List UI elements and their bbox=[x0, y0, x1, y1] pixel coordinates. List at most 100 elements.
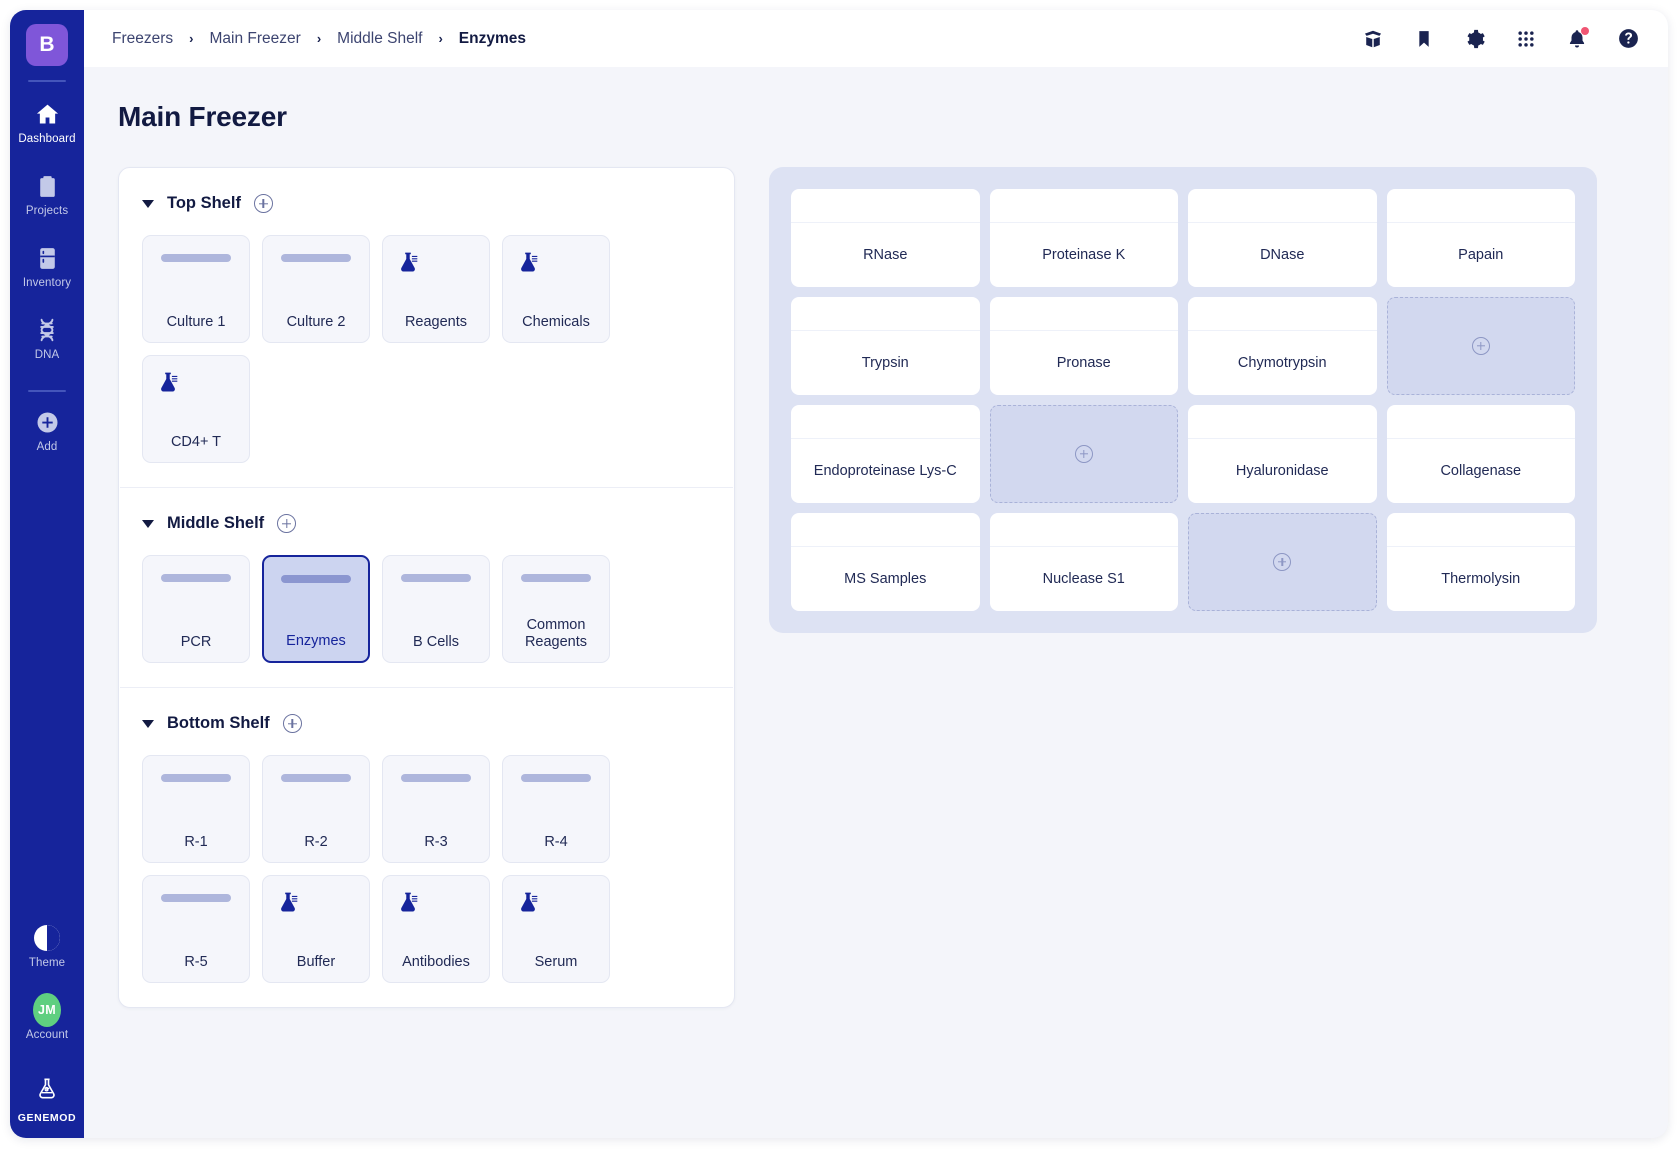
add-sample-icon bbox=[1471, 337, 1490, 355]
content-columns: Top Shelf Culture 1 Culture 2 Reagents C… bbox=[118, 167, 1634, 1008]
cell-label: MS Samples bbox=[844, 571, 927, 587]
sample-grid: RNase Proteinase K DNase Papain Trypsin … bbox=[791, 189, 1575, 611]
caret-down-icon[interactable] bbox=[142, 199, 154, 208]
box-card-enzymes[interactable]: Enzymes bbox=[262, 555, 370, 663]
grid-cell-proteinase-k[interactable]: Proteinase K bbox=[989, 189, 1178, 287]
breadcrumb-item-freezers[interactable]: Freezers bbox=[112, 30, 173, 48]
grid-cell-ms-samples[interactable]: MS Samples bbox=[791, 513, 980, 611]
cell-label: Nuclease S1 bbox=[1042, 571, 1125, 587]
grid-cell-papain[interactable]: Papain bbox=[1386, 189, 1575, 287]
grid-cell-rnase[interactable]: RNase bbox=[791, 189, 980, 287]
grid-cell-collagenase[interactable]: Collagenase bbox=[1386, 405, 1575, 503]
fridge-icon bbox=[33, 244, 61, 272]
box-card-r-3[interactable]: R-3 bbox=[382, 755, 490, 863]
grid-cell-thermolysin[interactable]: Thermolysin bbox=[1386, 513, 1575, 611]
grid-cell-hyaluronidase[interactable]: Hyaluronidase bbox=[1188, 405, 1377, 503]
box-bar-marker bbox=[281, 575, 351, 583]
box-card-common-reagents[interactable]: Common Reagents bbox=[502, 555, 610, 663]
sidebar-item-projects[interactable]: Projects bbox=[10, 172, 84, 217]
grid-cell-dnase[interactable]: DNase bbox=[1188, 189, 1377, 287]
box-card-b-cells[interactable]: B Cells bbox=[382, 555, 490, 663]
box-card-r-2[interactable]: R-2 bbox=[262, 755, 370, 863]
cell-label: Pronase bbox=[1056, 355, 1111, 371]
chevron-right-icon: › bbox=[316, 31, 322, 46]
grid-cell-pronase[interactable]: Pronase bbox=[989, 297, 1178, 395]
cell-label: Endoproteinase Lys-C bbox=[813, 463, 957, 479]
add-box-button[interactable] bbox=[277, 514, 297, 533]
sidebar-item-dna[interactable]: DNA bbox=[10, 316, 84, 361]
box-card-buffer[interactable]: Buffer bbox=[262, 875, 370, 983]
shelf-header: Top Shelf bbox=[142, 194, 711, 213]
sidebar-item-dashboard[interactable]: Dashboard bbox=[10, 100, 84, 145]
gear-icon[interactable] bbox=[1463, 27, 1487, 51]
box-card-reagents[interactable]: Reagents bbox=[382, 235, 490, 343]
add-box-button[interactable] bbox=[282, 714, 302, 733]
cell-header-strip bbox=[1386, 189, 1575, 223]
box-card-antibodies[interactable]: Antibodies bbox=[382, 875, 490, 983]
sidebar-item-label: Inventory bbox=[22, 277, 72, 289]
box-label: Common Reagents bbox=[524, 616, 588, 650]
caret-down-icon[interactable] bbox=[142, 519, 154, 528]
grid-cell-trypsin[interactable]: Trypsin bbox=[791, 297, 980, 395]
add-box-button[interactable] bbox=[253, 194, 273, 213]
sidebar-item-add[interactable]: Add bbox=[10, 408, 84, 453]
flask-icon bbox=[275, 890, 301, 916]
cell-header-strip bbox=[791, 405, 980, 439]
box-card-culture-2[interactable]: Culture 2 bbox=[262, 235, 370, 343]
box-label: CD4+ T bbox=[170, 433, 222, 450]
box-card-chemicals[interactable]: Chemicals bbox=[502, 235, 610, 343]
brand-logo[interactable]: B bbox=[26, 24, 68, 66]
app-shell: B Dashboard Projects Inventory DNA Add T… bbox=[10, 10, 1668, 1138]
box-label: Reagents bbox=[404, 313, 468, 330]
box-row: Culture 1 Culture 2 Reagents Chemicals C… bbox=[142, 235, 711, 463]
box-label: Buffer bbox=[296, 953, 336, 970]
genemod-logo: GENEMOD bbox=[18, 1076, 76, 1124]
box-bar-marker bbox=[401, 574, 471, 582]
box-label: R-2 bbox=[304, 833, 328, 850]
box-card-culture-1[interactable]: Culture 1 bbox=[142, 235, 250, 343]
box-bar-marker bbox=[521, 774, 591, 782]
box-label: R-5 bbox=[184, 953, 208, 970]
box-card-r-4[interactable]: R-4 bbox=[502, 755, 610, 863]
box-bar-marker bbox=[281, 254, 351, 262]
box-card-cd4-t[interactable]: CD4+ T bbox=[142, 355, 250, 463]
grid-cell-nuclease-s1[interactable]: Nuclease S1 bbox=[989, 513, 1178, 611]
box-card-r-5[interactable]: R-5 bbox=[142, 875, 250, 983]
cell-label: Proteinase K bbox=[1042, 247, 1126, 263]
box-card-r-1[interactable]: R-1 bbox=[142, 755, 250, 863]
main-area: Freezers › Main Freezer › Middle Shelf ›… bbox=[84, 10, 1668, 1138]
bookmark-icon[interactable] bbox=[1412, 27, 1436, 51]
grid-cell-chymotrypsin[interactable]: Chymotrypsin bbox=[1188, 297, 1377, 395]
sidebar-divider-lower bbox=[28, 390, 66, 392]
box-bar-marker bbox=[161, 574, 231, 582]
cell-header-strip bbox=[791, 189, 980, 223]
caret-down-icon[interactable] bbox=[142, 719, 154, 728]
breadcrumb-item-main-freezer[interactable]: Main Freezer bbox=[210, 30, 301, 48]
grid-cell-empty[interactable] bbox=[989, 405, 1178, 503]
box-bar-marker bbox=[521, 574, 591, 582]
sidebar-item-label: Account bbox=[25, 1029, 69, 1041]
sidebar-item-account[interactable]: JM Account bbox=[10, 993, 84, 1041]
box-row: R-1 R-2 R-3 R-4 R-5 Buffer Antibodies Se… bbox=[142, 755, 711, 983]
help-icon[interactable] bbox=[1616, 27, 1640, 51]
breadcrumb-item-middle-shelf[interactable]: Middle Shelf bbox=[337, 30, 422, 48]
grid-cell-empty[interactable] bbox=[1188, 513, 1377, 611]
grid-cell-endoproteinase-lys-c[interactable]: Endoproteinase Lys-C bbox=[791, 405, 980, 503]
sidebar-item-theme[interactable]: Theme bbox=[10, 924, 84, 969]
open-box-icon[interactable] bbox=[1361, 27, 1385, 51]
bell-icon[interactable] bbox=[1565, 26, 1589, 51]
box-card-pcr[interactable]: PCR bbox=[142, 555, 250, 663]
box-bar-marker bbox=[161, 774, 231, 782]
avatar: JM bbox=[33, 993, 61, 1027]
breadcrumb-item-enzymes[interactable]: Enzymes bbox=[459, 30, 526, 48]
dna-icon bbox=[33, 316, 61, 344]
apps-grid-icon[interactable] bbox=[1514, 27, 1538, 51]
shelf-title: Middle Shelf bbox=[167, 514, 265, 532]
box-card-serum[interactable]: Serum bbox=[502, 875, 610, 983]
sidebar-item-inventory[interactable]: Inventory bbox=[10, 244, 84, 289]
cell-header-strip bbox=[1386, 513, 1575, 547]
grid-cell-empty[interactable] bbox=[1386, 297, 1575, 395]
box-label: R-3 bbox=[424, 833, 448, 850]
cell-label: Thermolysin bbox=[1441, 571, 1521, 587]
cell-label: Chymotrypsin bbox=[1237, 355, 1327, 371]
